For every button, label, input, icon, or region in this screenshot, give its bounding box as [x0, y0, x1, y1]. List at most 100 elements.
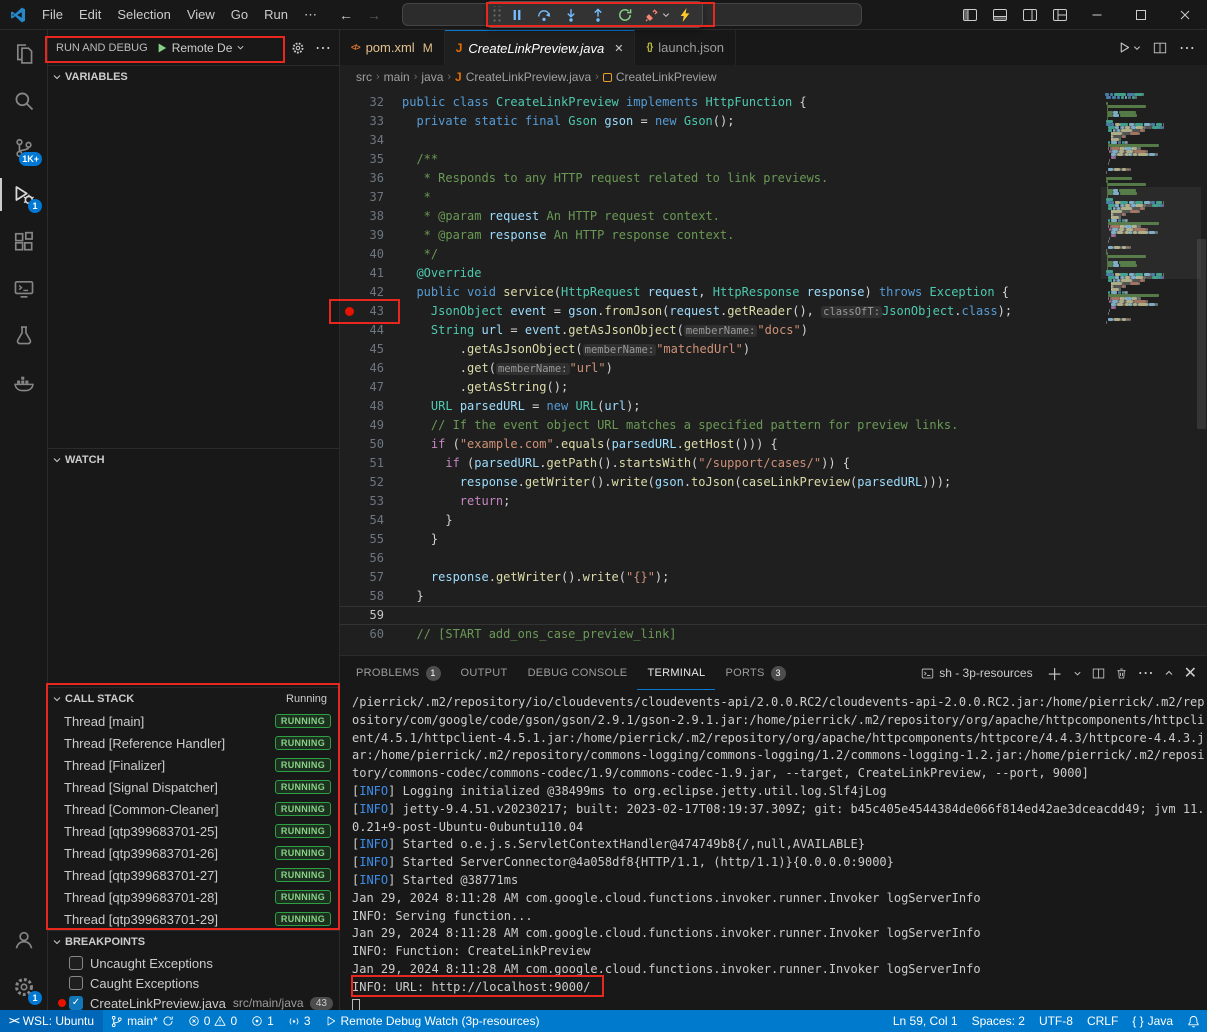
navigate-back-icon[interactable]: ←: [339, 7, 353, 23]
views-more-actions-icon[interactable]: ⋯: [315, 38, 331, 58]
menu-go[interactable]: Go: [223, 0, 256, 29]
gutter-glyph-margin[interactable]: [340, 321, 358, 340]
code-line-43[interactable]: 43 JsonObject event = gson.fromJson(requ…: [340, 302, 1207, 321]
terminal-content[interactable]: /pierrick/.m2/repository/io/cloudevents/…: [340, 690, 1207, 1010]
breakpoint-checkbox[interactable]: [69, 956, 83, 970]
gutter-glyph-margin[interactable]: [340, 169, 358, 188]
code-line-46[interactable]: 46 .get(memberName:"url"): [340, 359, 1207, 378]
debug-settings-gear-icon[interactable]: [291, 41, 305, 55]
toggle-primary-sidebar-icon[interactable]: [955, 0, 985, 29]
record-indicator[interactable]: 1: [244, 1010, 281, 1032]
menu-view[interactable]: View: [179, 0, 223, 29]
breakpoints-section-header[interactable]: BREAKPOINTS: [48, 931, 339, 953]
breadcrumb-src[interactable]: src: [356, 70, 372, 84]
code-line-60[interactable]: 60 // [START add_ons_case_preview_link]: [340, 625, 1207, 644]
gutter-glyph-margin[interactable]: [340, 226, 358, 245]
terminal-dropdown-icon[interactable]: [1073, 669, 1082, 678]
close-panel-icon[interactable]: ✕: [1184, 663, 1197, 683]
breakpoint-row[interactable]: Uncaught Exceptions: [48, 953, 339, 973]
gutter-glyph-margin[interactable]: [340, 606, 358, 625]
gutter-glyph-margin[interactable]: [340, 245, 358, 264]
code-line-55[interactable]: 55 }: [340, 530, 1207, 549]
variables-body[interactable]: [48, 88, 339, 448]
hot-code-replace-icon[interactable]: [671, 3, 698, 26]
code-line-44[interactable]: 44 String url = event.getAsJsonObject(me…: [340, 321, 1207, 340]
menu-file[interactable]: File: [34, 0, 71, 29]
restart-icon[interactable]: [611, 3, 638, 26]
code-line-49[interactable]: 49 // If the event object URL matches a …: [340, 416, 1207, 435]
gutter-glyph-margin[interactable]: [340, 283, 358, 302]
gutter-glyph-margin[interactable]: [340, 625, 358, 644]
gutter-glyph-margin[interactable]: [340, 188, 358, 207]
step-into-icon[interactable]: [557, 3, 584, 26]
extensions-icon[interactable]: [0, 218, 47, 265]
callstack-thread[interactable]: Thread [Common-Cleaner]RUNNING: [48, 798, 339, 820]
code-line-56[interactable]: 56: [340, 549, 1207, 568]
customize-layout-icon[interactable]: [1045, 0, 1075, 29]
gutter-glyph-margin[interactable]: [340, 207, 358, 226]
code-line-40[interactable]: 40 */: [340, 245, 1207, 264]
panel-tab-ports[interactable]: PORTS3: [715, 656, 795, 690]
tab-createlinkpreview-java[interactable]: J CreateLinkPreview.java ✕: [445, 30, 636, 65]
gutter-glyph-margin[interactable]: [340, 511, 358, 530]
breadcrumb-file[interactable]: CreateLinkPreview.java: [466, 70, 591, 84]
tab-pom-xml[interactable]: </> pom.xml M: [340, 30, 445, 65]
gutter-glyph-margin[interactable]: [340, 568, 358, 587]
split-terminal-icon[interactable]: [1092, 667, 1105, 680]
toggle-panel-icon[interactable]: [985, 0, 1015, 29]
gutter-glyph-margin[interactable]: [340, 378, 358, 397]
chevron-down-icon[interactable]: [661, 11, 671, 19]
breadcrumb-symbol[interactable]: CreateLinkPreview: [616, 70, 717, 84]
breadcrumb-java[interactable]: java: [421, 70, 443, 84]
debug-config-dropdown[interactable]: Remote De: [156, 41, 246, 55]
gutter-glyph-margin[interactable]: [340, 112, 358, 131]
variables-section-header[interactable]: VARIABLES: [48, 66, 339, 88]
code-line-41[interactable]: 41 @Override: [340, 264, 1207, 283]
navigate-forward-icon[interactable]: →: [367, 7, 381, 23]
code-line-39[interactable]: 39 * @param response An HTTP response co…: [340, 226, 1207, 245]
task-indicator[interactable]: Remote Debug Watch (3p-resources): [318, 1010, 547, 1032]
breakpoint-dot-icon[interactable]: [340, 302, 358, 321]
pause-icon[interactable]: [503, 3, 530, 26]
breakpoint-checkbox[interactable]: [69, 976, 83, 990]
gutter-glyph-margin[interactable]: [340, 492, 358, 511]
menu-selection[interactable]: Selection: [109, 0, 178, 29]
code-line-45[interactable]: 45 .getAsJsonObject(memberName:"matchedU…: [340, 340, 1207, 359]
menu-edit[interactable]: Edit: [71, 0, 109, 29]
callstack-thread[interactable]: Thread [qtp399683701-28]RUNNING: [48, 886, 339, 908]
code-line-53[interactable]: 53 return;: [340, 492, 1207, 511]
new-terminal-icon[interactable]: ＋: [1047, 661, 1063, 685]
source-control-icon[interactable]: 1K+: [0, 124, 47, 171]
menu-run[interactable]: Run: [256, 0, 296, 29]
search-icon[interactable]: [0, 77, 47, 124]
code-line-47[interactable]: 47 .getAsString();: [340, 378, 1207, 397]
gutter-glyph-margin[interactable]: [340, 150, 358, 169]
code-line-54[interactable]: 54 }: [340, 511, 1207, 530]
gutter-glyph-margin[interactable]: [340, 549, 358, 568]
panel-more-actions-icon[interactable]: ⋯: [1138, 663, 1154, 683]
code-line-35[interactable]: 35 /**: [340, 150, 1207, 169]
code-line-33[interactable]: 33 private static final Gson gson = new …: [340, 112, 1207, 131]
code-line-59[interactable]: 59: [340, 606, 1207, 625]
callstack-thread[interactable]: Thread [qtp399683701-27]RUNNING: [48, 864, 339, 886]
panel-tab-terminal[interactable]: TERMINAL: [637, 656, 715, 690]
gutter-glyph-margin[interactable]: [340, 131, 358, 150]
language-mode[interactable]: { } Java: [1125, 1010, 1180, 1032]
cursor-position[interactable]: Ln 59, Col 1: [886, 1010, 965, 1032]
explorer-icon[interactable]: [0, 30, 47, 77]
callstack-thread[interactable]: Thread [main]RUNNING: [48, 710, 339, 732]
accounts-icon[interactable]: [0, 916, 47, 963]
watch-section-header[interactable]: WATCH: [48, 449, 339, 471]
callstack-thread[interactable]: Thread [qtp399683701-25]RUNNING: [48, 820, 339, 842]
callstack-thread[interactable]: Thread [qtp399683701-26]RUNNING: [48, 842, 339, 864]
code-line-58[interactable]: 58 }: [340, 587, 1207, 606]
split-editor-icon[interactable]: [1153, 41, 1167, 55]
gutter-glyph-margin[interactable]: [340, 454, 358, 473]
code-line-52[interactable]: 52 response.getWriter().write(gson.toJso…: [340, 473, 1207, 492]
remote-explorer-icon[interactable]: [0, 265, 47, 312]
code-line-57[interactable]: 57 response.getWriter().write("{}");: [340, 568, 1207, 587]
close-window-icon[interactable]: [1163, 0, 1207, 29]
run-java-icon[interactable]: [1118, 41, 1141, 54]
code-line-42[interactable]: 42 public void service(HttpRequest reque…: [340, 283, 1207, 302]
run-and-debug-icon[interactable]: 1: [0, 171, 47, 218]
